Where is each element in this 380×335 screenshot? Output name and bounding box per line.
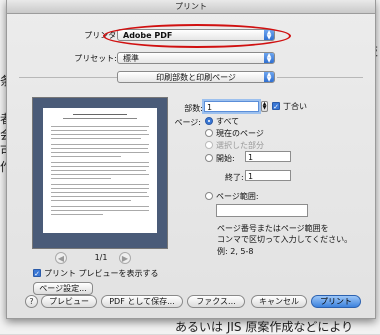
preview-line [51, 134, 149, 135]
preview-line [51, 200, 131, 201]
copies-label: 部数: [184, 104, 203, 113]
pages-to-label: 終了: [225, 173, 244, 182]
preview-line [51, 192, 147, 193]
preview-line [51, 184, 149, 185]
preview-line [51, 156, 121, 157]
pages-selection-radio[interactable] [205, 141, 213, 149]
pages-range-field[interactable] [216, 204, 308, 217]
fax-button[interactable]: ファクス... [187, 295, 245, 308]
highlight-ellipse [103, 24, 291, 48]
preview-line [51, 170, 146, 171]
popup-arrows-icon: ▲ ▼ [264, 53, 274, 64]
print-preview [32, 97, 168, 249]
pages-current-radio[interactable] [205, 129, 213, 137]
preview-line [51, 174, 149, 175]
save-as-pdf-button[interactable]: PDF として保存... [101, 295, 183, 308]
window-title: プリント [7, 0, 375, 14]
range-hint-line1: ページ番号またはページ範囲を [217, 224, 329, 233]
preview-line [51, 126, 149, 127]
page-indicator: 1/1 [94, 253, 108, 262]
copies-stepper[interactable]: ▲ ▼ [261, 101, 268, 112]
range-hint-line2: コンマで区切って入力してください。 [217, 235, 353, 244]
panel-value: 印刷部数と印刷ページ [156, 73, 236, 82]
popup-arrows-icon: ▲ ▼ [264, 72, 274, 83]
preview-button[interactable]: プレビュー [41, 295, 97, 308]
cancel-button[interactable]: キャンセル [251, 295, 307, 308]
range-hint-example: 例: 2, 5-8 [217, 247, 254, 256]
pages-from-radio[interactable] [205, 154, 213, 162]
pages-current-label: 現在のページ [216, 129, 264, 138]
copies-field[interactable]: 1 [204, 101, 259, 112]
preview-line [51, 138, 141, 139]
pages-all-radio[interactable] [205, 117, 213, 125]
show-preview-checkbox[interactable]: ✓ [33, 269, 41, 278]
panel-popup[interactable]: 印刷部数と印刷ページ ▲ ▼ [117, 71, 275, 83]
pages-from-label: 開始: [216, 154, 235, 163]
preview-line [51, 196, 149, 197]
background-text: あるいは JIS 原案作成などにより [175, 320, 354, 334]
preview-line [51, 152, 149, 153]
preview-line [51, 166, 149, 167]
collate-label: 丁合い [283, 102, 307, 111]
pages-range-label: ページ範囲: [216, 192, 259, 201]
preset-popup[interactable]: 標準 ▲ ▼ [117, 52, 275, 64]
collate-checkbox[interactable]: ✓ [272, 102, 280, 111]
preview-line [51, 206, 149, 207]
pages-all-label: すべて [216, 117, 240, 126]
preview-line [51, 188, 149, 189]
preset-label: プリセット: [74, 54, 117, 63]
preview-heading [63, 118, 137, 119]
preview-line [51, 162, 149, 163]
preview-line [51, 130, 147, 131]
preview-line [51, 210, 149, 211]
pages-label: ページ: [174, 118, 201, 127]
print-button[interactable]: プリント [311, 295, 361, 308]
preview-line [51, 144, 149, 145]
preset-value: 標準 [123, 54, 139, 63]
preview-line [51, 178, 111, 179]
page-setup-button[interactable]: ページ設定... [33, 282, 93, 295]
next-page-button[interactable]: ▶ [119, 252, 131, 264]
preview-heading [73, 114, 127, 115]
preview-line [51, 214, 103, 215]
print-dialog: プリント プリンタ: Adobe PDF ▲ ▼ プリセット: 標準 ▲ ▼ 印刷部… [6, 0, 376, 319]
pages-selection-label: 選択した部分 [216, 141, 264, 150]
preview-line [51, 148, 148, 149]
pages-from-field[interactable]: 1 [245, 151, 291, 162]
separator [277, 77, 363, 78]
pages-range-radio[interactable] [205, 192, 213, 200]
previous-page-button[interactable]: ◀ [55, 252, 67, 264]
help-button[interactable]: ? [25, 295, 38, 308]
separator [19, 77, 117, 78]
pages-to-field[interactable]: 1 [245, 170, 291, 181]
preview-page [43, 108, 157, 233]
show-preview-label: プリント プレビューを表示する [44, 269, 159, 278]
